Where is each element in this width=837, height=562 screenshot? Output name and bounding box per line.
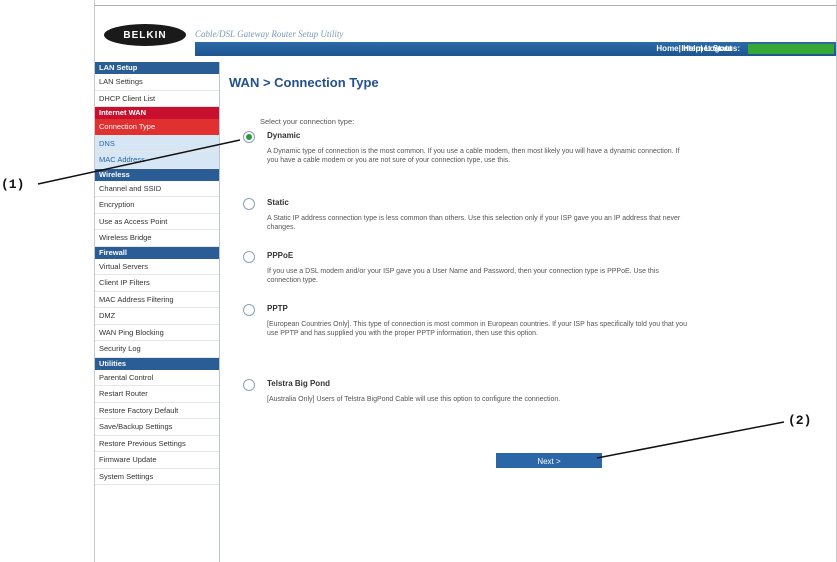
callout-line-1 [37, 139, 241, 185]
callout-label-1: (1) [1, 177, 25, 192]
callout-lines [37, 139, 785, 459]
callout-label-2: (2) [788, 413, 812, 428]
callout-line-2 [596, 421, 785, 459]
